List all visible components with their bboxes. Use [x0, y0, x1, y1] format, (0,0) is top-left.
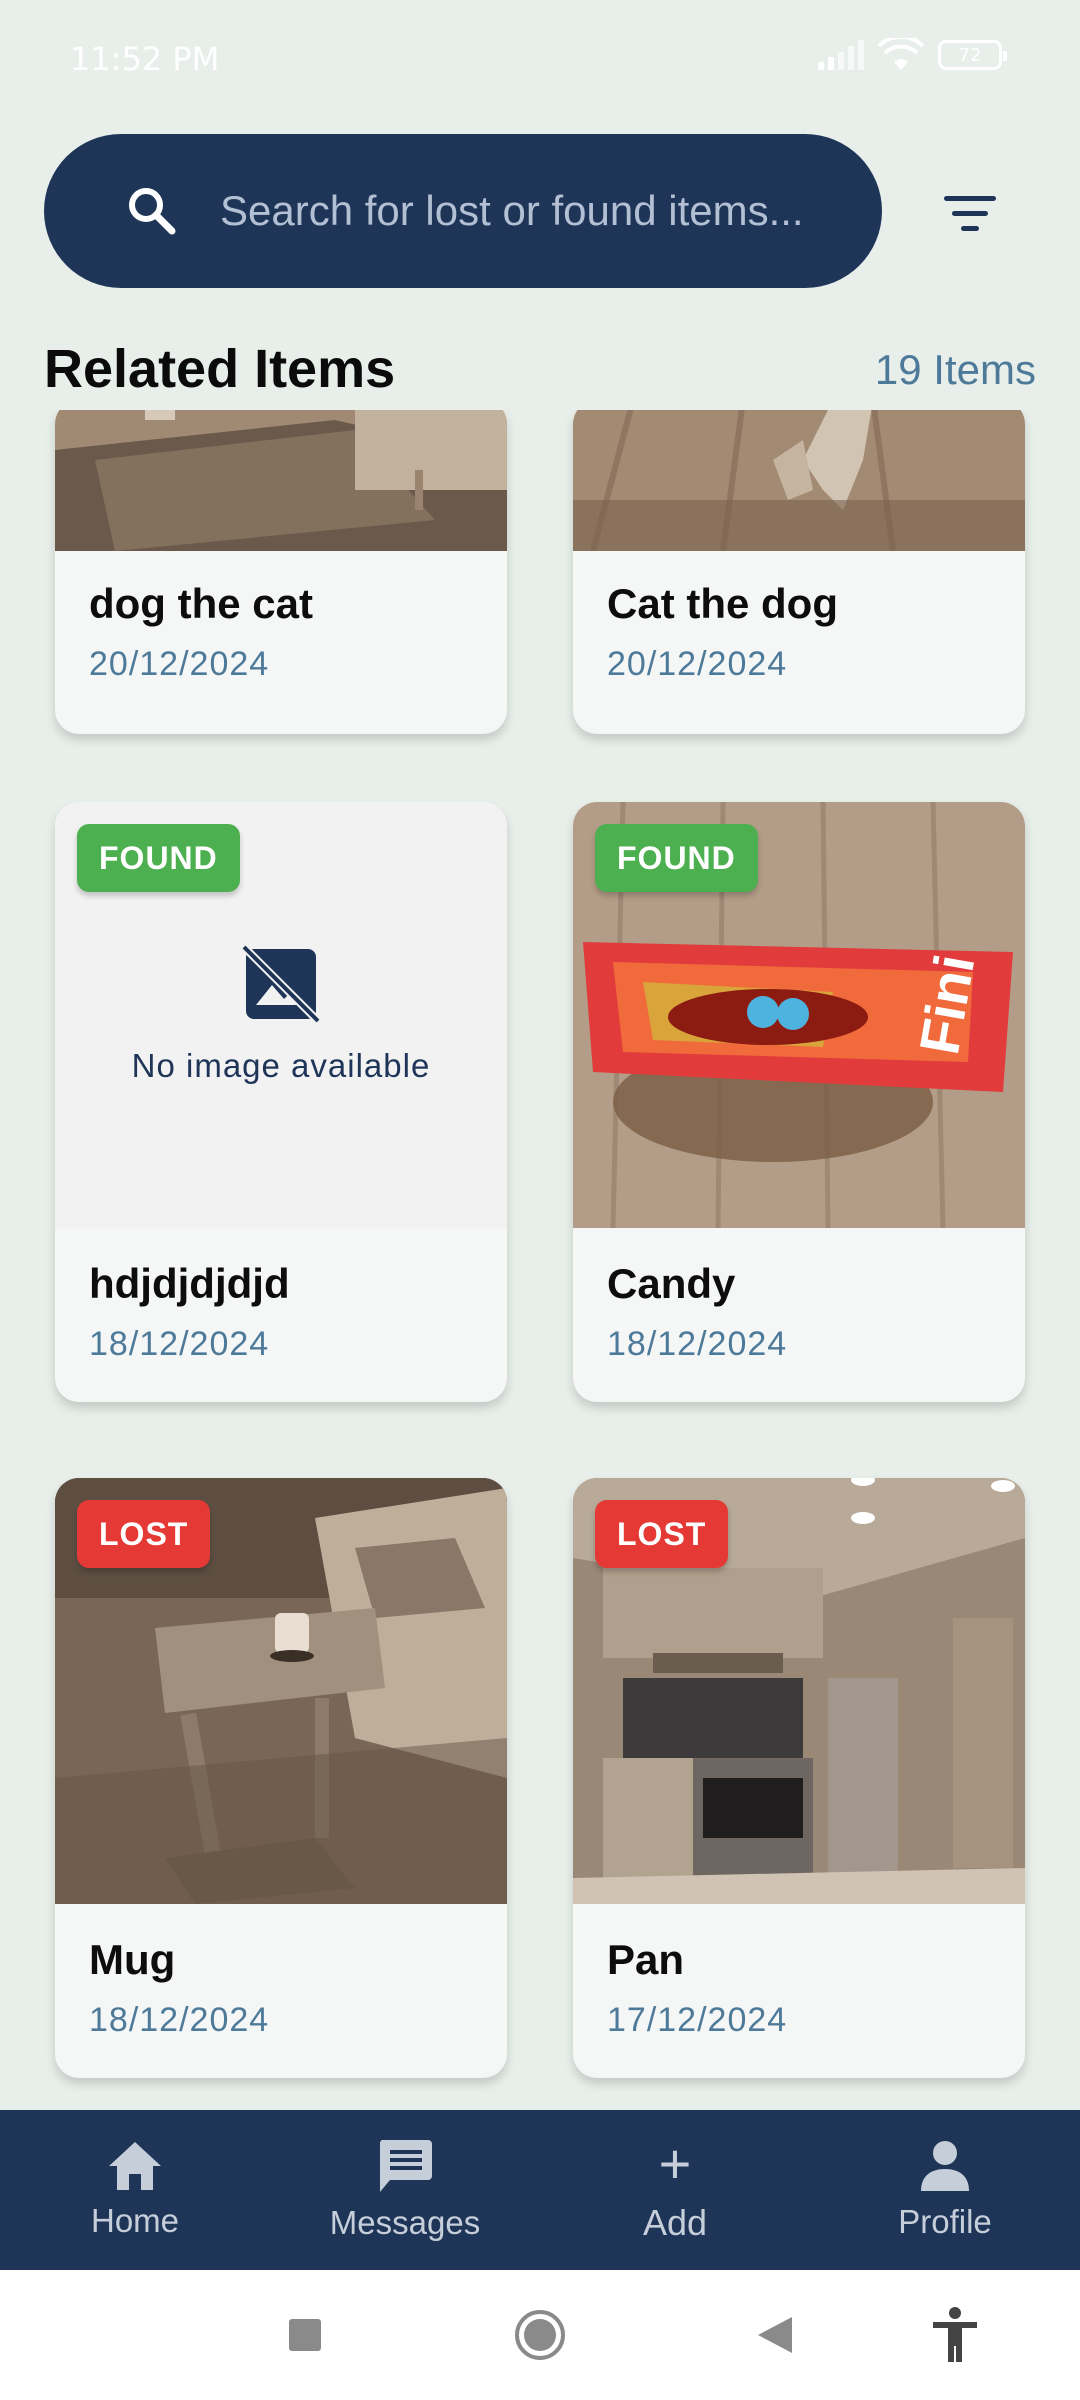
back-button[interactable] [740, 2270, 810, 2400]
filter-button[interactable] [930, 178, 1010, 248]
item-card[interactable]: LOST Mug 18/12/2024 [55, 1478, 507, 2078]
home-circle-icon [515, 2310, 565, 2360]
image-not-supported-icon [242, 945, 320, 1023]
accessibility-icon [933, 2307, 977, 2362]
status-time: 11:52 PM [70, 40, 220, 78]
back-icon [758, 2317, 792, 2353]
item-date: 18/12/2024 [89, 1325, 270, 1363]
nav-messages[interactable]: Messages [315, 2110, 495, 2270]
item-card[interactable]: dog the cat 20/12/2024 [55, 410, 507, 734]
item-date: 17/12/2024 [607, 2001, 788, 2039]
recents-button[interactable] [270, 2270, 340, 2400]
item-title: Candy [607, 1260, 736, 1307]
nav-home-label: Home [90, 2202, 180, 2239]
nav-add-label: Add [642, 2202, 708, 2243]
item-card[interactable]: LOST Pan 17/12/2024 [573, 1478, 1025, 2078]
battery-level: 72 [958, 44, 982, 66]
bottom-nav: Home Messages + Add Profile [0, 2110, 1080, 2270]
profile-icon [921, 2141, 969, 2191]
nav-profile-label: Profile [898, 2203, 992, 2240]
item-title: Cat the dog [607, 580, 838, 627]
item-image [573, 410, 1025, 551]
nav-profile[interactable]: Profile [870, 2110, 1020, 2270]
items-grid[interactable]: dog the cat 20/12/2024 Cat the dog 20/12… [0, 410, 1080, 2110]
section-title: Related Items [44, 339, 396, 399]
search-icon [129, 188, 176, 235]
messages-icon [379, 2140, 432, 2192]
accessibility-button[interactable] [920, 2270, 990, 2400]
battery-icon: 72 [938, 40, 1007, 70]
item-date: 18/12/2024 [607, 1325, 788, 1363]
home-system-button[interactable] [505, 2270, 575, 2400]
filter-icon [944, 195, 996, 201]
status-badge: FOUND [595, 824, 758, 892]
item-title: dog the cat [89, 580, 314, 627]
item-date: 18/12/2024 [89, 2001, 270, 2039]
home-icon [109, 2142, 161, 2190]
add-icon: + [658, 2132, 692, 2195]
search-input[interactable]: Search for lost or found items... [44, 134, 882, 288]
status-bar: 11:52 PM 72 [0, 0, 1080, 120]
wifi-icon [878, 38, 924, 70]
item-title: Mug [89, 1936, 176, 1983]
status-badge: LOST [77, 1500, 211, 1568]
nav-home[interactable]: Home [60, 2110, 210, 2270]
item-card[interactable]: Cat the dog 20/12/2024 [573, 410, 1025, 734]
no-image-text: No image available [131, 1047, 431, 1084]
search-placeholder: Search for lost or found items... [220, 187, 804, 234]
status-badge: FOUND [77, 824, 240, 892]
status-badge: LOST [595, 1500, 729, 1568]
item-date: 20/12/2024 [607, 645, 788, 683]
status-icons: 72 [818, 38, 1007, 72]
items-count: 19 Items [874, 346, 1036, 393]
nav-messages-label: Messages [329, 2204, 481, 2241]
nav-add[interactable]: + Add [600, 2110, 750, 2270]
item-title: Pan [607, 1936, 685, 1983]
item-date: 20/12/2024 [89, 645, 270, 683]
item-card[interactable]: No image available FOUND hdjdjdjdjd 18/1… [55, 802, 507, 1402]
item-card[interactable]: Fini FOUND Candy 18/12/2024 [573, 802, 1025, 1402]
recents-icon [289, 2319, 321, 2351]
item-image [55, 410, 507, 551]
item-title: hdjdjdjdjd [89, 1260, 290, 1307]
system-nav-bar [0, 2270, 1080, 2400]
signal-icon [818, 40, 864, 70]
